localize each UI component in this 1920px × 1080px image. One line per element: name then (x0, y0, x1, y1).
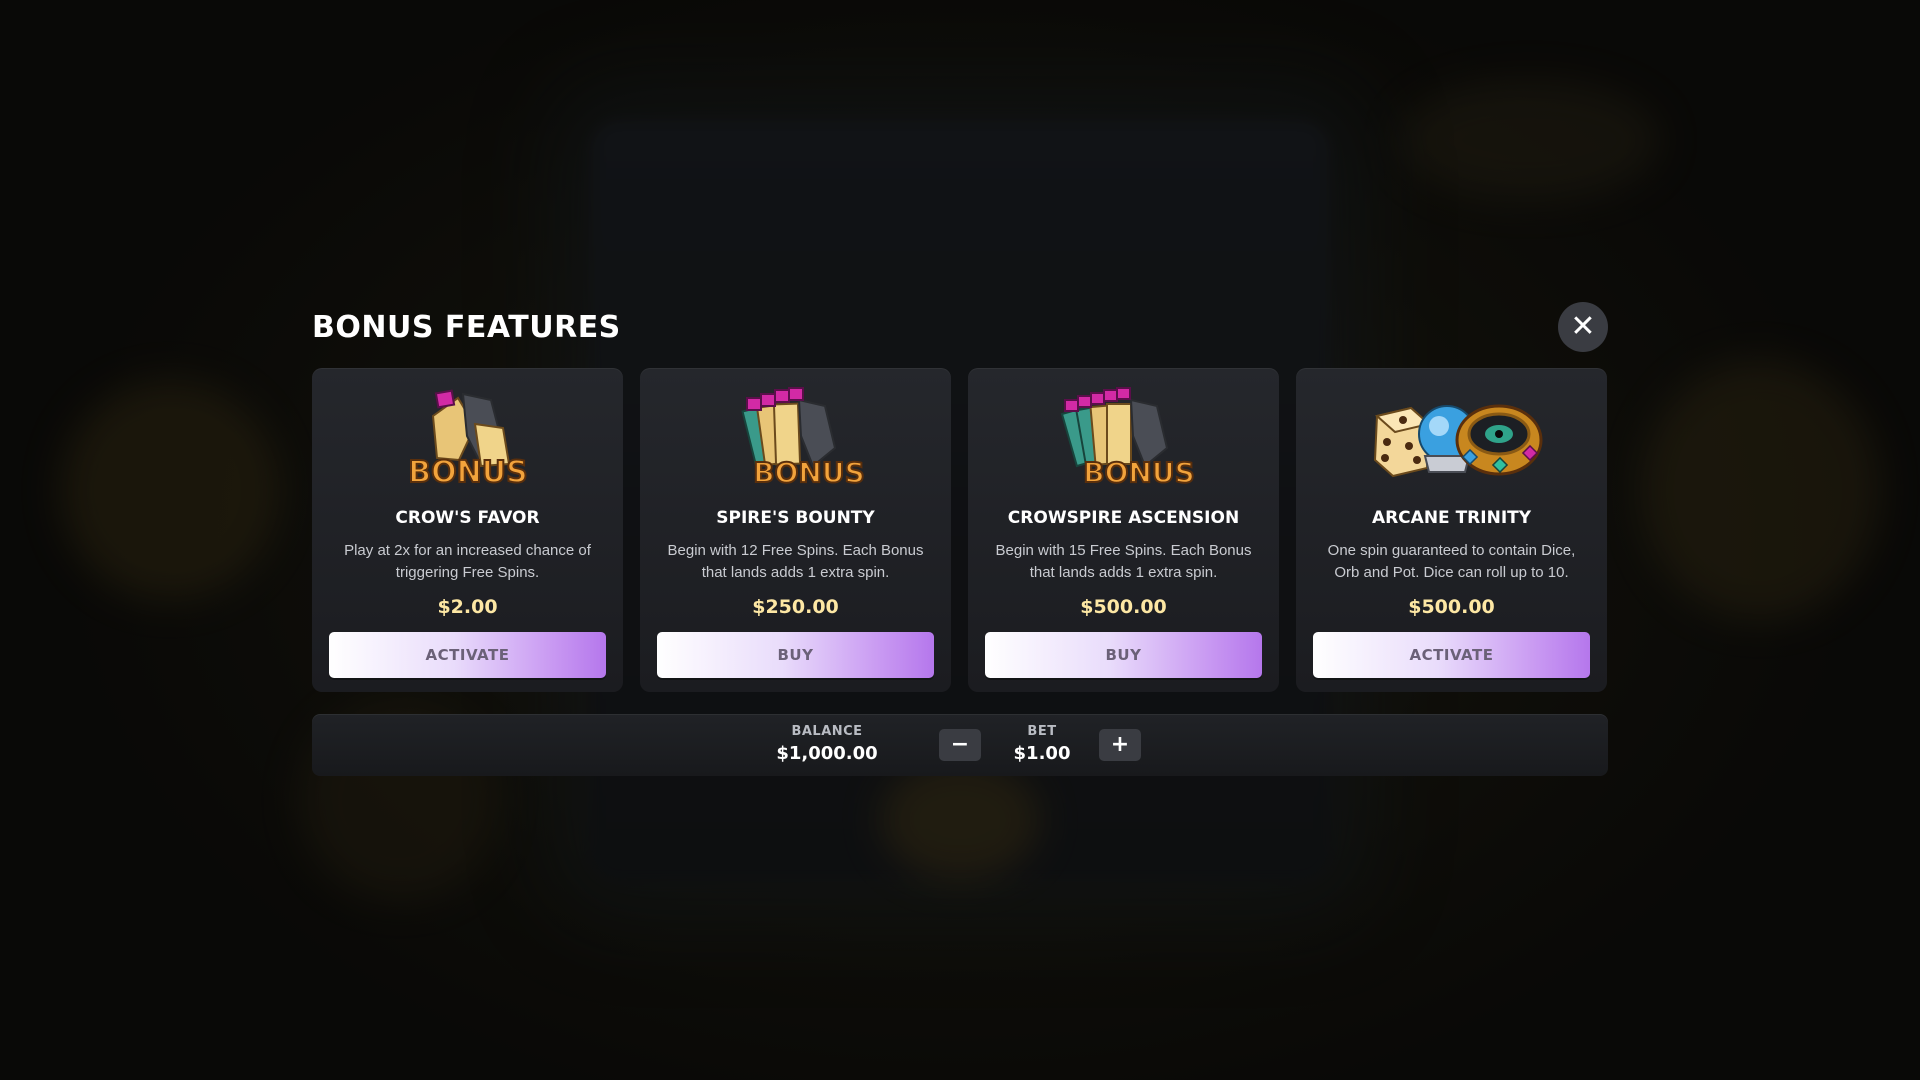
bet-value: $1.00 (1013, 743, 1071, 764)
card-description: Begin with 15 Free Spins. Each Bonus tha… (995, 542, 1252, 581)
bonus-art-text: BONUS (753, 456, 864, 486)
buy-button[interactable]: BUY (985, 632, 1262, 678)
plus-icon: + (1110, 732, 1130, 757)
feature-card-spires-bounty: BONUS SPIRE'S BOUNTY Begin with 12 Free … (640, 368, 951, 692)
activate-button[interactable]: ACTIVATE (329, 632, 606, 678)
bonus-art-text: BONUS (408, 455, 527, 486)
balance-display: BALANCE $1,000.00 (752, 724, 902, 764)
quad-bonus-scroll-icon: BONUS (1060, 387, 1195, 486)
increase-bet-button[interactable]: + (1099, 729, 1141, 761)
feature-card-crowspire-ascension: BONUS CROWSPIRE ASCENSION Begin with 15 … (968, 368, 1279, 692)
card-price: $2.00 (437, 596, 498, 618)
card-price: $500.00 (1408, 596, 1495, 618)
card-description: One spin guaranteed to contain Dice, Orb… (1327, 542, 1576, 581)
close-button[interactable]: ✕ (1558, 302, 1608, 352)
bet-bar: BALANCE $1,000.00 − BET $1.00 + (312, 714, 1608, 776)
bet-display: BET $1.00 (1002, 724, 1082, 764)
decrease-bet-button[interactable]: − (939, 729, 981, 761)
triple-bonus-scroll-icon: BONUS (740, 387, 865, 486)
card-description: Begin with 12 Free Spins. Each Bonus tha… (667, 542, 924, 581)
balance-label: BALANCE (791, 724, 863, 739)
card-price: $250.00 (752, 596, 839, 618)
bonus-art-text: BONUS (1083, 456, 1194, 486)
activate-button[interactable]: ACTIVATE (1313, 632, 1590, 678)
feature-card-crows-favor: BONUS CROW'S FAVOR Play at 2x for an inc… (312, 368, 623, 692)
feature-cards: BONUS CROW'S FAVOR Play at 2x for an inc… (312, 368, 1607, 692)
single-bonus-scroll-icon: BONUS (407, 389, 528, 486)
card-title: CROWSPIRE ASCENSION (1007, 508, 1240, 528)
card-price: $500.00 (1080, 596, 1167, 618)
balance-value: $1,000.00 (776, 743, 878, 764)
dice-orb-pot-icon (1373, 404, 1542, 478)
card-title: ARCANE TRINITY (1371, 508, 1532, 528)
modal-title: BONUS FEATURES (312, 310, 621, 345)
card-title: SPIRE'S BOUNTY (716, 508, 875, 528)
minus-icon: − (950, 732, 970, 757)
pot-icon (1455, 404, 1542, 476)
bet-label: BET (1027, 724, 1057, 739)
buy-button[interactable]: BUY (657, 632, 934, 678)
feature-card-arcane-trinity: ARCANE TRINITY One spin guaranteed to co… (1296, 368, 1607, 692)
close-icon: ✕ (1570, 309, 1596, 344)
card-description: Play at 2x for an increased chance of tr… (344, 542, 591, 581)
card-title: CROW'S FAVOR (395, 508, 540, 528)
